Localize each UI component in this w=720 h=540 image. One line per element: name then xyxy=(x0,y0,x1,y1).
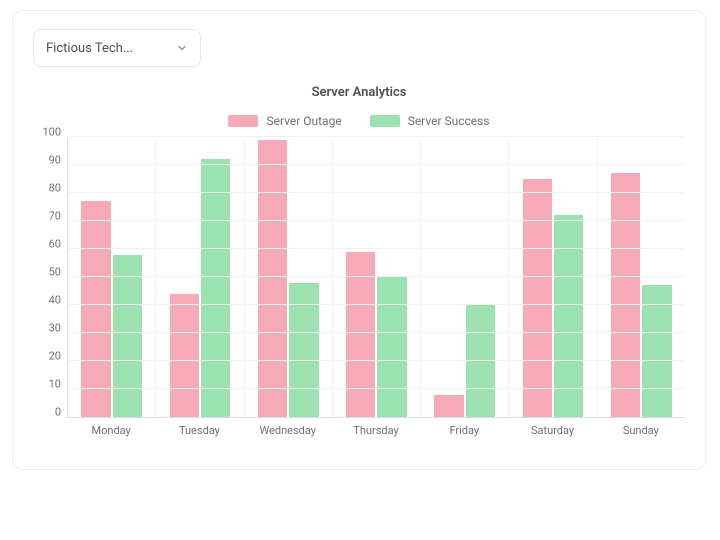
x-axis: MondayTuesdayWednesdayThursdayFridaySatu… xyxy=(67,424,685,437)
gridline xyxy=(68,192,685,193)
bar xyxy=(434,395,463,417)
bar-pair xyxy=(68,138,155,417)
x-tick: Tuesday xyxy=(155,424,243,437)
chart-title: Server Analytics xyxy=(33,85,685,100)
x-tick: Saturday xyxy=(508,424,596,437)
legend-swatch xyxy=(228,115,258,127)
bar-pair xyxy=(421,138,508,417)
dataset-selector[interactable]: Fictious Tech... xyxy=(33,29,201,67)
bar xyxy=(170,294,199,417)
bar xyxy=(377,277,406,417)
x-tick: Friday xyxy=(420,424,508,437)
bar-pair xyxy=(245,138,332,417)
x-tick: Sunday xyxy=(597,424,685,437)
x-tick: Wednesday xyxy=(244,424,332,437)
gridline xyxy=(68,136,685,137)
bar xyxy=(289,283,318,417)
bar xyxy=(258,140,287,417)
gridline xyxy=(68,360,685,361)
y-axis: 1009080706050403020100 xyxy=(33,138,67,418)
gridline xyxy=(68,276,685,277)
bar-group xyxy=(421,138,509,417)
bar xyxy=(642,285,671,417)
bar xyxy=(611,173,640,417)
bar-group xyxy=(509,138,597,417)
chevron-down-icon xyxy=(176,42,188,54)
bar xyxy=(466,305,495,417)
legend-label: Server Outage xyxy=(266,114,341,128)
gridline xyxy=(68,304,685,305)
bar xyxy=(523,179,552,417)
bar-pair xyxy=(509,138,596,417)
bar-group xyxy=(245,138,333,417)
bar-group xyxy=(598,138,685,417)
bar-group xyxy=(333,138,421,417)
gridline xyxy=(68,388,685,389)
gridline xyxy=(68,220,685,221)
bar-pair xyxy=(333,138,420,417)
chart-legend: Server Outage Server Success xyxy=(33,114,685,128)
plot-area xyxy=(67,138,685,418)
chart-card: Fictious Tech... Server Analytics Server… xyxy=(12,10,706,470)
bar xyxy=(113,255,142,417)
bar xyxy=(554,215,583,417)
legend-item[interactable]: Server Success xyxy=(370,114,490,128)
bar-pair xyxy=(156,138,243,417)
gridline xyxy=(68,248,685,249)
chart-plot: 1009080706050403020100 xyxy=(33,138,685,418)
gridline xyxy=(68,164,685,165)
bar-group xyxy=(68,138,156,417)
dataset-selector-label: Fictious Tech... xyxy=(46,41,133,56)
x-tick: Monday xyxy=(67,424,155,437)
x-tick: Thursday xyxy=(332,424,420,437)
legend-label: Server Success xyxy=(408,114,490,128)
bar-group xyxy=(156,138,244,417)
legend-swatch xyxy=(370,115,400,127)
gridline xyxy=(68,332,685,333)
bar xyxy=(201,159,230,417)
bar xyxy=(81,201,110,417)
bar-groups xyxy=(68,138,685,417)
bar-pair xyxy=(598,138,685,417)
legend-item[interactable]: Server Outage xyxy=(228,114,341,128)
